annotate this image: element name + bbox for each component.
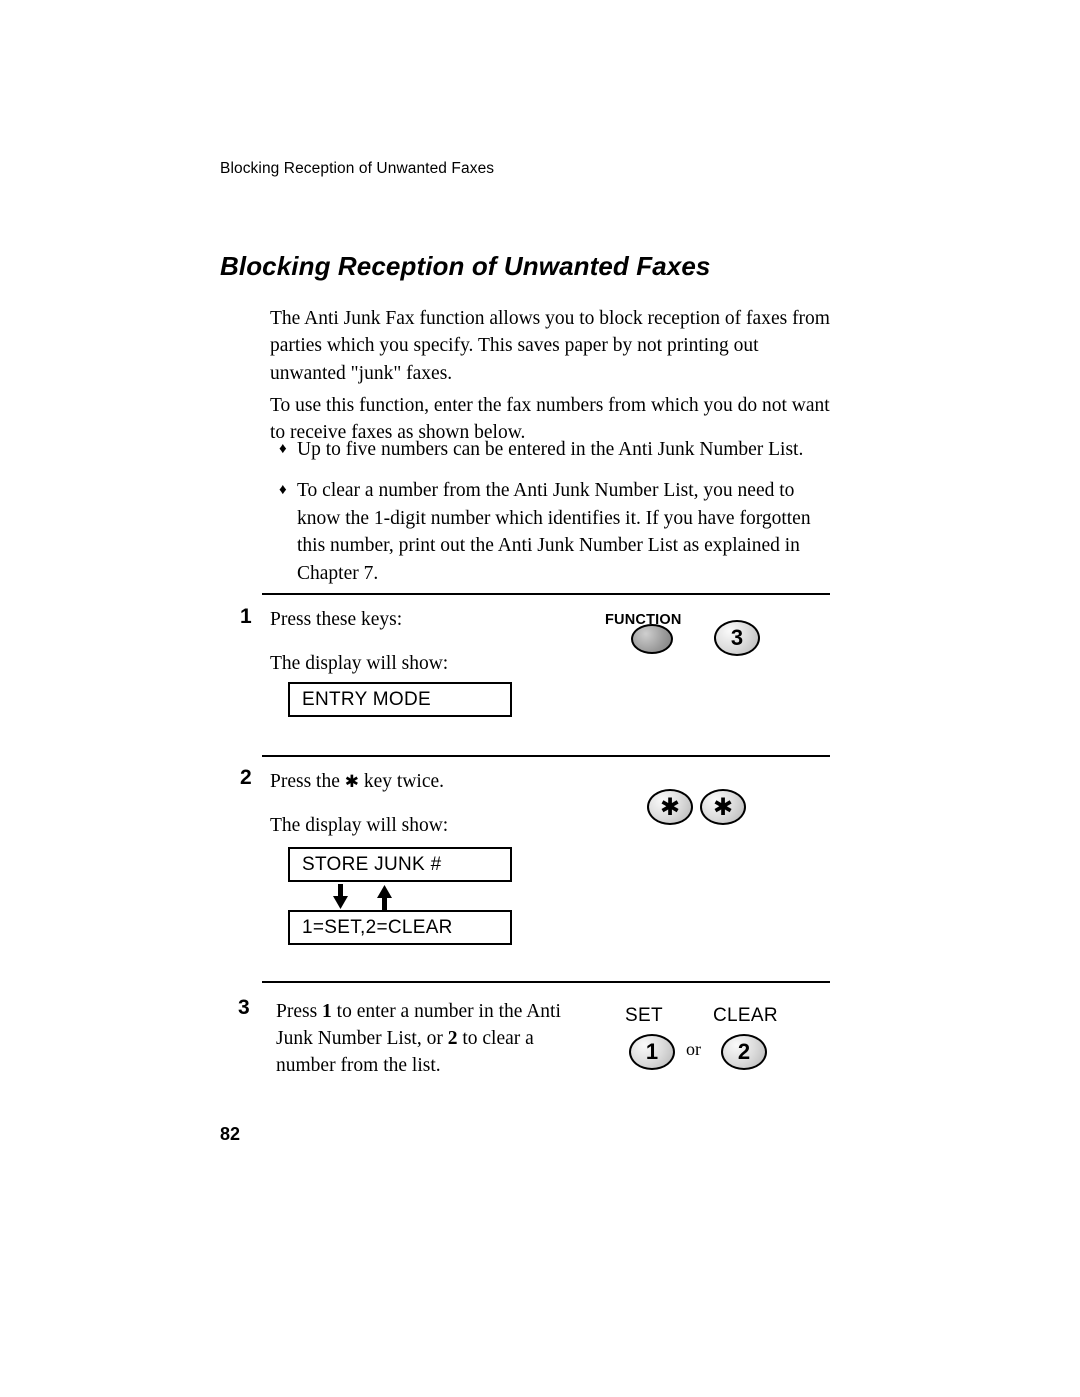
page-number: 82 <box>220 1124 241 1144</box>
star-key-glyph-icon: ✱ <box>344 772 359 791</box>
running-head: Blocking Reception of Unwanted Faxes <box>220 160 495 177</box>
bullet-marker-icon: ♦ <box>279 441 287 457</box>
lcd-display-entry-mode: ENTRY MODE <box>288 682 512 717</box>
set-key-label: SET <box>625 1005 663 1026</box>
step-2-instruction-after: key twice. <box>363 771 445 792</box>
lcd-text: STORE JUNK # <box>302 853 442 875</box>
section-divider <box>262 755 830 757</box>
step-3-text-part-1: Press <box>276 1001 323 1022</box>
bullet-marker-icon: ♦ <box>279 482 287 498</box>
lcd-text: 1=SET,2=CLEAR <box>302 916 453 938</box>
document-page: Blocking Reception of Unwanted Faxes Blo… <box>0 0 1080 1397</box>
bullet-text: Up to five numbers can be entered in the… <box>297 439 804 460</box>
function-key[interactable] <box>631 624 673 654</box>
or-connector: or <box>686 1039 701 1059</box>
step-number-2: 2 <box>240 766 252 789</box>
step-number-3: 3 <box>238 996 250 1019</box>
bullet-item: ♦ To clear a number from the Anti Junk N… <box>279 477 824 587</box>
display-toggle-arrows-icon <box>330 884 420 910</box>
key-star-1[interactable]: ✱ <box>647 789 693 825</box>
key-digit-1[interactable]: 1 <box>629 1034 675 1070</box>
section-divider <box>262 981 830 983</box>
step-number-1: 1 <box>240 605 252 628</box>
step-2-instruction: Press the ✱ key twice. <box>270 768 444 795</box>
step-3-key-2: 2 <box>447 1028 458 1049</box>
step-3-key-1: 1 <box>322 1001 332 1022</box>
key-star-2[interactable]: ✱ <box>700 789 746 825</box>
clear-key-label: CLEAR <box>713 1005 778 1026</box>
step-1-display-label: The display will show: <box>270 653 449 674</box>
lcd-text: ENTRY MODE <box>302 688 431 710</box>
lcd-display-set-clear: 1=SET,2=CLEAR <box>288 910 512 945</box>
page-title: Blocking Reception of Unwanted Faxes <box>220 251 711 282</box>
step-2-instruction-before: Press the <box>270 771 340 792</box>
step-3-instruction: Press 1 to enter a number in the Anti Ju… <box>276 998 576 1079</box>
step-1-instruction: Press these keys: <box>270 609 403 630</box>
step-2-display-label: The display will show: <box>270 815 449 836</box>
bullet-text: To clear a number from the Anti Junk Num… <box>297 480 811 584</box>
lcd-display-store-junk: STORE JUNK # <box>288 847 512 882</box>
section-divider <box>262 593 830 595</box>
key-digit-3[interactable]: 3 <box>714 620 760 656</box>
bullet-item: ♦ Up to five numbers can be entered in t… <box>279 436 839 464</box>
intro-paragraph-1: The Anti Junk Fax function allows you to… <box>270 307 830 384</box>
key-digit-2[interactable]: 2 <box>721 1034 767 1070</box>
